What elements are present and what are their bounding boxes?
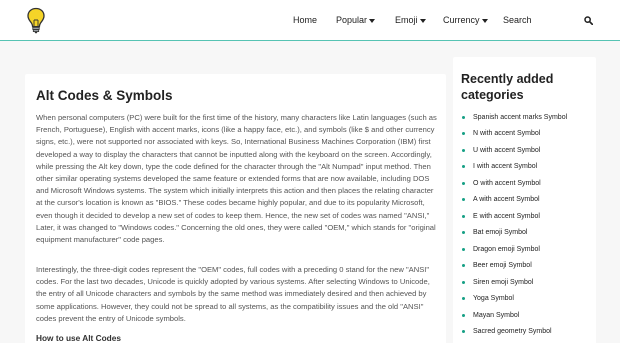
chevron-down-icon — [369, 18, 376, 23]
category-item[interactable]: Sacred geometry Symbol — [462, 324, 567, 341]
category-item[interactable]: Siren emoji Symbol — [462, 274, 567, 291]
category-label: Bat emoji Symbol — [473, 229, 528, 237]
category-item[interactable]: U with accent Symbol — [462, 142, 567, 159]
section-heading: How to use Alt Codes — [36, 333, 121, 343]
category-label: U with accent Symbol — [473, 146, 541, 154]
nav-search-label: Search — [503, 15, 532, 25]
bullet-icon — [462, 313, 465, 317]
bullet-icon — [462, 181, 465, 185]
category-label: Sacred geometry Symbol — [473, 328, 552, 336]
category-label: N with accent Symbol — [473, 130, 541, 138]
category-item[interactable]: Beer emoji Symbol — [462, 258, 567, 275]
nav-emoji[interactable]: Emoji — [395, 15, 426, 25]
category-list: Spanish accent marks Symbol N with accen… — [462, 109, 567, 340]
chevron-down-icon — [481, 18, 488, 23]
article-panel: Alt Codes & Symbols When personal comput… — [25, 74, 446, 343]
bullet-icon — [462, 132, 465, 136]
chevron-down-icon — [419, 18, 426, 23]
nav-search[interactable]: Search — [503, 15, 532, 25]
nav-popular-label: Popular — [336, 15, 368, 25]
main-nav: Home Popular Emoji Currency Search — [0, 15, 620, 29]
search-icon[interactable] — [584, 16, 593, 25]
category-label: O with accent Symbol — [473, 179, 541, 187]
category-label: Spanish accent marks Symbol — [473, 113, 568, 121]
second-paragraph: Interestingly, the three-digit codes rep… — [36, 265, 430, 323]
category-label: E with accent Symbol — [473, 212, 540, 220]
category-label: Dragon emoji Symbol — [473, 245, 540, 253]
category-item[interactable]: A with accent Symbol — [462, 192, 567, 209]
bullet-icon — [462, 198, 465, 202]
bullet-icon — [462, 231, 465, 235]
bullet-icon — [462, 247, 465, 251]
bullet-icon — [462, 214, 465, 218]
category-label: Mayan Symbol — [473, 311, 520, 319]
category-item[interactable]: N with accent Symbol — [462, 126, 567, 143]
nav-currency[interactable]: Currency — [443, 15, 488, 25]
category-item[interactable]: I with accent Symbol — [462, 159, 567, 176]
category-item[interactable]: O with accent Symbol — [462, 175, 567, 192]
bullet-icon — [462, 330, 465, 334]
bullet-icon — [462, 115, 465, 119]
category-item[interactable]: Bat emoji Symbol — [462, 225, 567, 242]
nav-emoji-label: Emoji — [395, 15, 418, 25]
intro-paragraph: When personal computers (PC) were built … — [36, 113, 437, 245]
category-item[interactable]: Dragon emoji Symbol — [462, 241, 567, 258]
category-label: Siren emoji Symbol — [473, 278, 534, 286]
bullet-icon — [462, 264, 465, 268]
category-item[interactable]: Yoga Symbol — [462, 291, 567, 308]
bullet-icon — [462, 280, 465, 284]
nav-currency-label: Currency — [443, 15, 480, 25]
site-header: Home Popular Emoji Currency Search — [0, 0, 620, 41]
category-item[interactable]: Mayan Symbol — [462, 307, 567, 324]
category-label: I with accent Symbol — [473, 163, 538, 171]
sidebar-title: Recently added categories — [461, 72, 554, 102]
nav-home[interactable]: Home — [293, 15, 317, 25]
category-label: A with accent Symbol — [473, 196, 540, 204]
sidebar: Recently added categories Spanish accent… — [453, 57, 596, 343]
page-title: Alt Codes & Symbols — [36, 88, 173, 103]
category-item[interactable]: Spanish accent marks Symbol — [462, 109, 567, 126]
category-label: Beer emoji Symbol — [473, 262, 532, 270]
bullet-icon — [462, 165, 465, 169]
nav-popular[interactable]: Popular — [336, 15, 376, 25]
category-item[interactable]: E with accent Symbol — [462, 208, 567, 225]
category-label: Yoga Symbol — [473, 295, 514, 303]
bullet-icon — [462, 148, 465, 152]
bullet-icon — [462, 297, 465, 301]
nav-home-label: Home — [293, 15, 318, 25]
